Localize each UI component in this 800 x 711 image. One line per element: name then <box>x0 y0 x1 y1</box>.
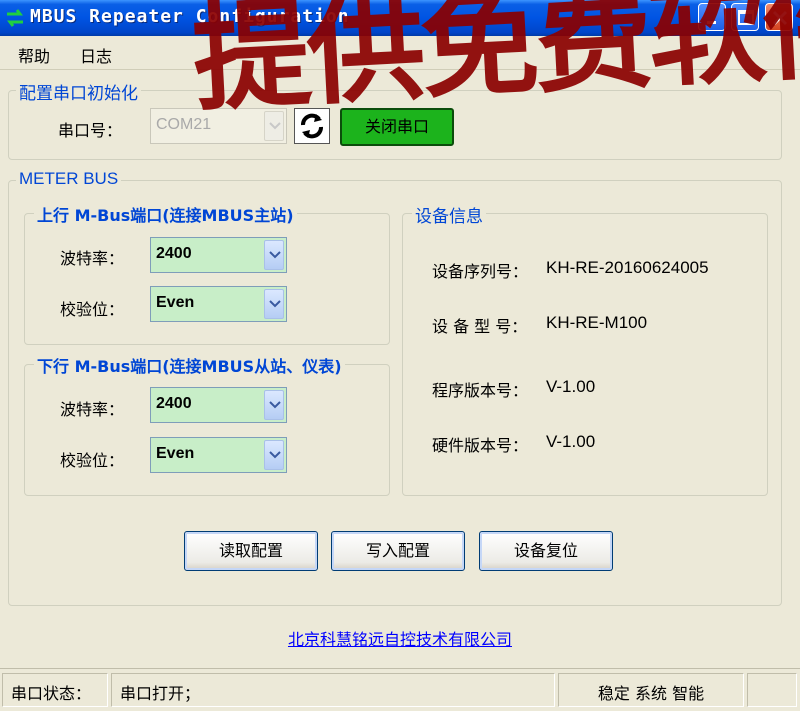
menu-log[interactable]: 日志 <box>80 43 112 67</box>
write-config-button[interactable]: 写入配置 <box>331 531 465 571</box>
upstream-parity-label: 校验位： <box>60 300 125 319</box>
model-label: 设 备 型 号： <box>432 317 528 336</box>
downstream-baud-label: 波特率： <box>60 400 125 419</box>
upstream-parity-value: Even <box>156 294 195 311</box>
upstream-group <box>24 213 390 345</box>
downstream-group <box>24 364 390 496</box>
downstream-baud-value: 2400 <box>156 395 192 412</box>
menu-help[interactable]: 帮助 <box>18 43 50 67</box>
model-value: KH-RE-M100 <box>546 313 648 332</box>
firmware-version-label: 程序版本号： <box>432 381 529 400</box>
watermark-overlay: 提供免费软件! <box>189 0 800 128</box>
serial-init-title: 配置串口初始化 <box>16 79 141 104</box>
chevron-down-icon <box>264 289 284 319</box>
company-link[interactable]: 北京科慧铭远自控技术有限公司 <box>0 626 800 650</box>
upstream-baud-select[interactable]: 2400 <box>150 237 287 273</box>
device-info-title: 设备信息 <box>412 202 486 227</box>
serial-number-value: KH-RE-20160624005 <box>546 258 709 277</box>
hardware-version-label: 硬件版本号： <box>432 436 529 455</box>
chevron-down-icon <box>264 240 284 270</box>
chevron-down-icon <box>264 440 284 470</box>
status-bar: 串口状态： 串口打开； 稳定 系统 智能 <box>0 668 800 711</box>
downstream-baud-select[interactable]: 2400 <box>150 387 287 423</box>
app-icon <box>4 8 26 28</box>
firmware-version-value: V-1.00 <box>546 377 596 396</box>
hardware-version-value: V-1.00 <box>546 432 596 451</box>
device-reset-button[interactable]: 设备复位 <box>479 531 613 571</box>
downstream-title: 下行 M-Bus端口(连接MBUS从站、仪表) <box>34 353 345 377</box>
status-label: 串口状态： <box>2 673 108 707</box>
meter-bus-title: METER BUS <box>16 169 122 189</box>
upstream-title: 上行 M-Bus端口(连接MBUS主站) <box>34 202 297 226</box>
upstream-baud-label: 波特率： <box>60 249 125 268</box>
upstream-baud-value: 2400 <box>156 245 192 262</box>
status-slogan: 稳定 系统 智能 <box>558 673 744 707</box>
read-config-button[interactable]: 读取配置 <box>184 531 318 571</box>
downstream-parity-label: 校验位： <box>60 451 125 470</box>
status-grip <box>747 673 797 707</box>
downstream-parity-select[interactable]: Even <box>150 437 287 473</box>
serial-number-label: 设备序列号： <box>432 262 529 281</box>
upstream-parity-select[interactable]: Even <box>150 286 287 322</box>
port-label: 串口号： <box>58 121 123 140</box>
downstream-parity-value: Even <box>156 445 195 462</box>
chevron-down-icon <box>264 390 284 420</box>
status-state: 串口打开； <box>111 673 555 707</box>
